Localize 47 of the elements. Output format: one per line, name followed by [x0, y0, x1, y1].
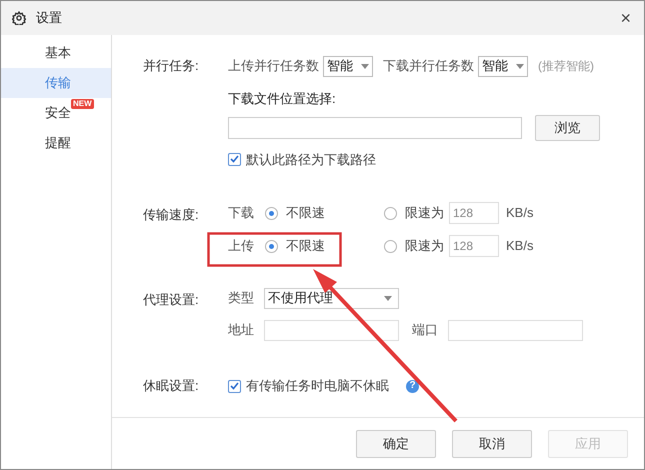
address-label: 地址: [228, 321, 255, 340]
checkbox-label: 有传输任务时电脑不休眠: [246, 377, 389, 396]
section-label: 代理设置:: [143, 291, 200, 309]
download-tasks-label: 下载并行任务数: [383, 57, 474, 76]
dialog-button[interactable]: 取消: [452, 430, 532, 458]
sidebar-item[interactable]: 提醒: [1, 128, 111, 158]
proxy-type-select[interactable]: 不使用代理: [264, 288, 399, 308]
settings-icon: [12, 11, 26, 25]
section-label: 并行任务:: [143, 57, 200, 76]
speed-limit-field[interactable]: 128: [449, 202, 499, 224]
browse-button[interactable]: 浏览: [535, 114, 600, 140]
radio-button[interactable]: [265, 240, 278, 252]
close-button[interactable]: ×: [620, 9, 633, 27]
recommend-hint: (推荐智能): [538, 58, 594, 75]
checkbox-label: 默认此路径为下载路径: [246, 150, 376, 168]
section-label: 休眠设置:: [143, 377, 200, 396]
new-badge: NEW: [71, 99, 94, 109]
sidebar-item[interactable]: 基本: [1, 38, 111, 68]
download-tasks-select[interactable]: 智能: [478, 56, 528, 76]
radio-button[interactable]: [265, 206, 278, 220]
download-location-label: 下载文件位置选择:: [228, 90, 337, 108]
radio-label: 不限速: [286, 204, 326, 222]
unit-label: KB/s: [506, 204, 534, 222]
unit-label: KB/s: [506, 237, 534, 256]
checkbox[interactable]: [228, 380, 241, 392]
caret-icon: [384, 296, 392, 300]
radio-label: 限速为: [405, 204, 444, 222]
address-field[interactable]: [264, 320, 399, 340]
path-field[interactable]: [228, 116, 522, 138]
speed-limit-field[interactable]: 128: [449, 235, 499, 257]
caret-icon: [516, 64, 524, 68]
dialog-button[interactable]: 确定: [356, 430, 436, 458]
section-label: 传输速度:: [143, 206, 200, 224]
direction-label: 下载: [228, 204, 255, 222]
upload-tasks-select[interactable]: 智能: [323, 56, 373, 76]
radio-button[interactable]: [384, 240, 397, 252]
window-title: 设置: [36, 9, 62, 28]
port-field[interactable]: [448, 320, 583, 340]
direction-label: 上传: [228, 237, 255, 256]
type-label: 类型: [228, 289, 255, 308]
checkbox[interactable]: [228, 152, 241, 166]
caret-icon: [361, 64, 369, 68]
radio-label: 不限速: [286, 237, 326, 256]
port-label: 端口: [412, 321, 439, 340]
upload-tasks-label: 上传并行任务数: [228, 57, 319, 76]
radio-label: 限速为: [405, 237, 444, 256]
radio-button[interactable]: [384, 206, 397, 220]
